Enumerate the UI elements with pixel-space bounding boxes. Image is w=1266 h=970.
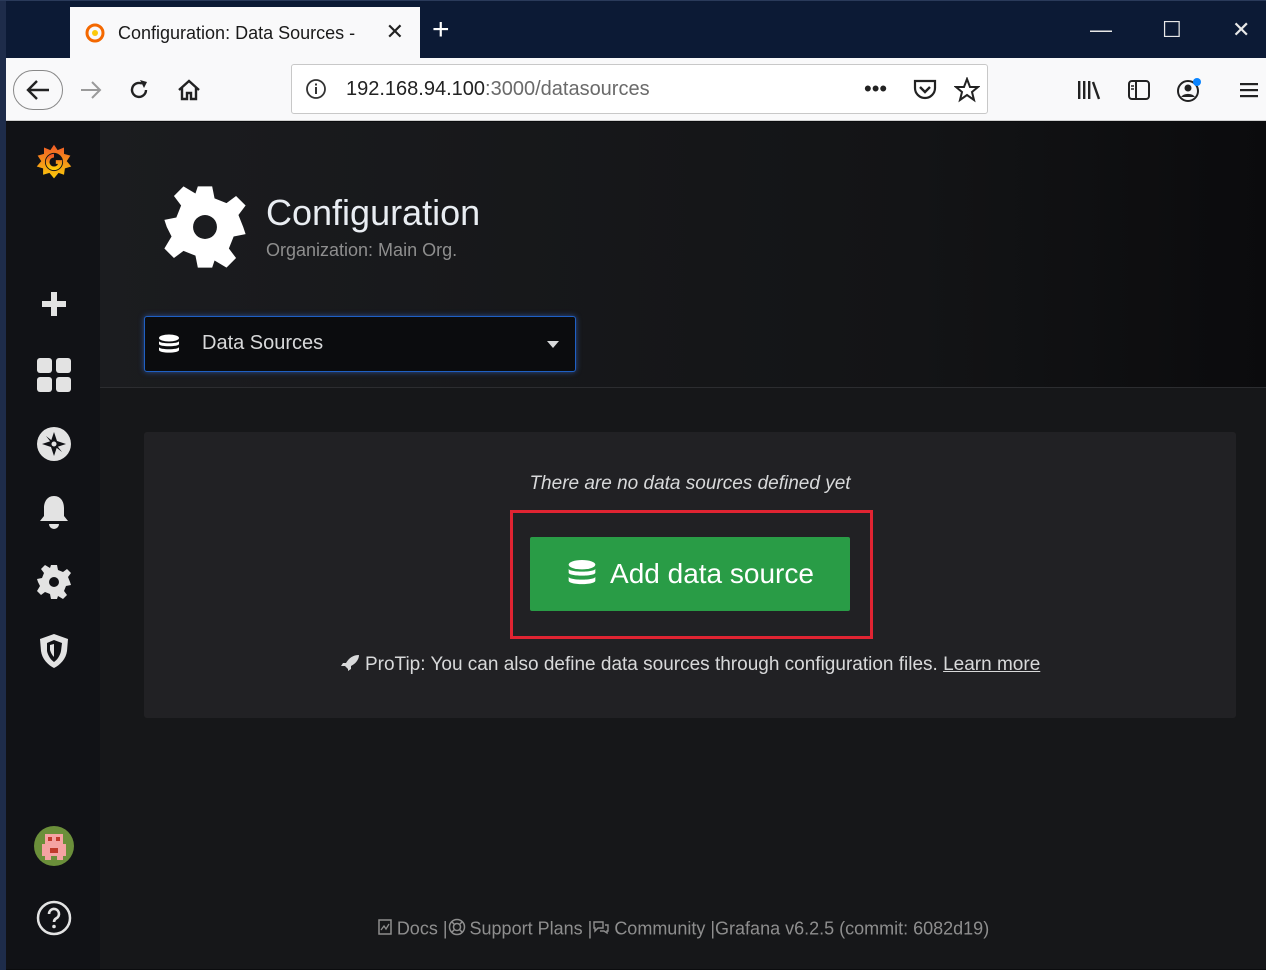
add-data-source-button[interactable]: Add data source: [530, 537, 850, 611]
browser-nav-bar: 192.168.94.100:3000/datasources •••: [6, 58, 1266, 121]
caret-down-icon: [547, 341, 559, 348]
explore-compass-icon[interactable]: [34, 424, 74, 464]
browser-tab-active[interactable]: Configuration: Data Sources - ✕: [70, 7, 420, 59]
tab-title: Configuration: Data Sources -: [118, 22, 356, 43]
url-path: :3000/datasources: [485, 78, 650, 100]
menu-icon[interactable]: [1230, 71, 1266, 109]
footer-community-link[interactable]: Community: [614, 918, 705, 938]
create-plus-icon[interactable]: [34, 284, 74, 324]
user-avatar-icon[interactable]: [34, 826, 74, 866]
section-nav-select[interactable]: Data Sources: [144, 316, 576, 372]
help-icon[interactable]: [34, 898, 74, 938]
footer-docs-link[interactable]: Docs: [397, 918, 438, 938]
learn-more-link[interactable]: Learn more: [943, 654, 1040, 675]
protip: ProTip: You can also define data sources…: [144, 654, 1236, 676]
configuration-header-gear-icon: [162, 184, 248, 270]
page-header: Configuration Organization: Main Org. Da…: [100, 122, 1266, 388]
window-maximize-button[interactable]: ☐: [1162, 15, 1182, 45]
pocket-icon[interactable]: [912, 77, 938, 106]
page-actions-icon[interactable]: •••: [864, 77, 887, 101]
reload-icon: [130, 80, 148, 99]
community-icon: [592, 919, 610, 940]
dashboards-icon[interactable]: [34, 355, 74, 395]
info-icon[interactable]: [304, 77, 328, 101]
window-close-button[interactable]: ✕: [1232, 15, 1250, 45]
reload-button[interactable]: [120, 71, 158, 109]
grafana-sidemenu: [6, 122, 100, 969]
back-icon: [26, 80, 49, 100]
page-footer: Docs | Support Plans | Community |Grafana …: [100, 918, 1266, 941]
footer-version: Grafana v6.2.5 (commit: 6082d19): [715, 918, 990, 939]
account-icon[interactable]: [1170, 71, 1208, 109]
grafana-favicon-icon: [84, 22, 106, 44]
database-icon: [566, 557, 598, 591]
footer-support-link[interactable]: Support Plans: [470, 918, 583, 938]
alerting-bell-icon[interactable]: [34, 492, 74, 532]
server-admin-shield-icon[interactable]: [34, 631, 74, 671]
database-icon: [157, 333, 181, 357]
section-nav-selected-label: Data Sources: [202, 332, 324, 354]
tab-close-icon[interactable]: ✕: [386, 19, 404, 45]
bookmark-star-icon[interactable]: [953, 76, 981, 108]
main-content: Configuration Organization: Main Org. Da…: [100, 122, 1266, 969]
rocket-icon: [340, 655, 359, 671]
sidebar-icon[interactable]: [1120, 71, 1158, 109]
grafana-logo-icon[interactable]: [34, 142, 74, 182]
docs-icon: [377, 918, 393, 941]
url-host: 192.168.94.100: [346, 78, 486, 100]
add-data-source-label: Add data source: [610, 558, 814, 589]
browser-tab-bar: Configuration: Data Sources - ✕ + — ☐ ✕: [0, 0, 1266, 970]
library-icon[interactable]: [1070, 71, 1108, 109]
page-subtitle: Organization: Main Org.: [266, 240, 458, 260]
forward-icon: [81, 81, 102, 99]
url-text[interactable]: 192.168.94.100:3000/datasources: [346, 78, 650, 101]
page-title: Configuration: [266, 192, 481, 233]
home-button[interactable]: [170, 71, 208, 109]
configuration-gear-icon[interactable]: [34, 562, 74, 602]
back-button[interactable]: [13, 70, 63, 110]
window-minimize-button[interactable]: —: [1090, 15, 1112, 45]
support-icon: [448, 918, 466, 941]
empty-message: There are no data sources defined yet: [529, 473, 851, 494]
empty-list-panel: There are no data sources defined yet Ad…: [144, 432, 1236, 718]
new-tab-button[interactable]: +: [432, 15, 450, 45]
home-icon: [178, 79, 200, 101]
protip-text: ProTip: You can also define data sources…: [364, 654, 938, 675]
address-bar[interactable]: 192.168.94.100:3000/datasources •••: [291, 64, 988, 114]
forward-button[interactable]: [72, 71, 110, 109]
